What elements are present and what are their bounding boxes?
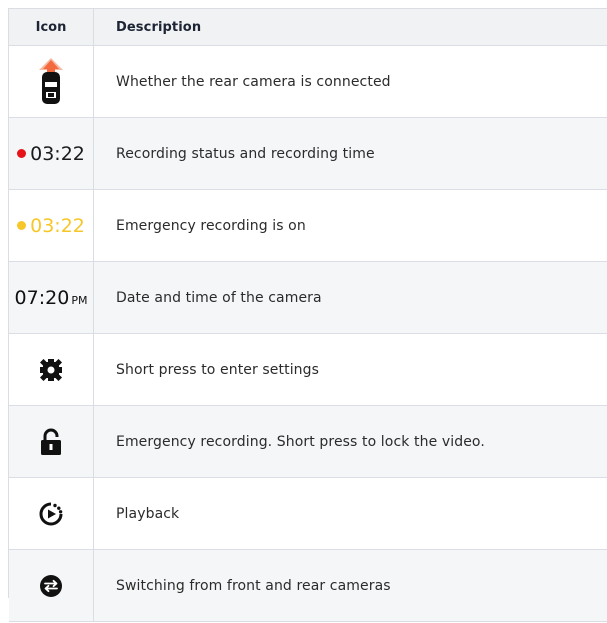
description-cell: Playback: [116, 505, 180, 522]
icon-cell: [9, 478, 94, 549]
table-row: 03:22 Recording status and recording tim…: [9, 118, 607, 190]
emergency-recording-indicator: 03:22: [17, 215, 85, 237]
lock-icon: [41, 428, 61, 455]
icon-cell: 03:22: [9, 118, 94, 189]
clock-time: 07:20: [14, 286, 70, 309]
description-cell: Emergency recording. Short press to lock…: [116, 433, 485, 450]
icon-cell: 07:20 PM: [9, 262, 94, 333]
table-row: 03:22 Emergency recording is on: [9, 190, 607, 262]
emergency-recording-time: 03:22: [30, 214, 85, 237]
table-row: Playback: [9, 478, 607, 550]
icon-cell: [9, 334, 94, 405]
description-column-header: Description: [116, 19, 202, 35]
table-row: 07:20 PM Date and time of the camera: [9, 262, 607, 334]
description-cell: Short press to enter settings: [116, 361, 320, 378]
icon-description-table: Icon Description Whether the rear camera…: [8, 8, 607, 622]
icon-cell: [9, 406, 94, 477]
table-row: Short press to enter settings: [9, 334, 607, 406]
table-row: Whether the rear camera is connected: [9, 46, 607, 118]
recording-status-indicator: 03:22: [17, 143, 85, 165]
icon-column-header: Icon: [9, 9, 94, 45]
red-record-dot-icon: [17, 149, 27, 158]
yellow-record-dot-icon: [17, 221, 27, 230]
description-cell: Emergency recording is on: [116, 217, 306, 234]
description-cell: Recording status and recording time: [116, 145, 375, 162]
clock-display: 07:20 PM: [15, 287, 88, 309]
recording-time: 03:22: [30, 142, 85, 165]
description-cell: Switching from front and rear cameras: [116, 577, 391, 594]
switch-camera-icon: [40, 574, 62, 597]
table-row: Emergency recording. Short press to lock…: [9, 406, 607, 478]
icon-cell: [9, 550, 94, 621]
clock-ampm: PM: [71, 294, 88, 307]
icon-cell: [9, 46, 94, 117]
icon-cell: 03:22: [9, 190, 94, 261]
playback-icon: [39, 502, 63, 525]
rear-camera-icon: [39, 57, 63, 104]
settings-gear-icon: [40, 358, 62, 381]
table-header-row: Icon Description: [9, 9, 607, 46]
table-row: Switching from front and rear cameras: [9, 550, 607, 622]
description-cell: Date and time of the camera: [116, 289, 322, 306]
description-cell: Whether the rear camera is connected: [116, 73, 391, 90]
